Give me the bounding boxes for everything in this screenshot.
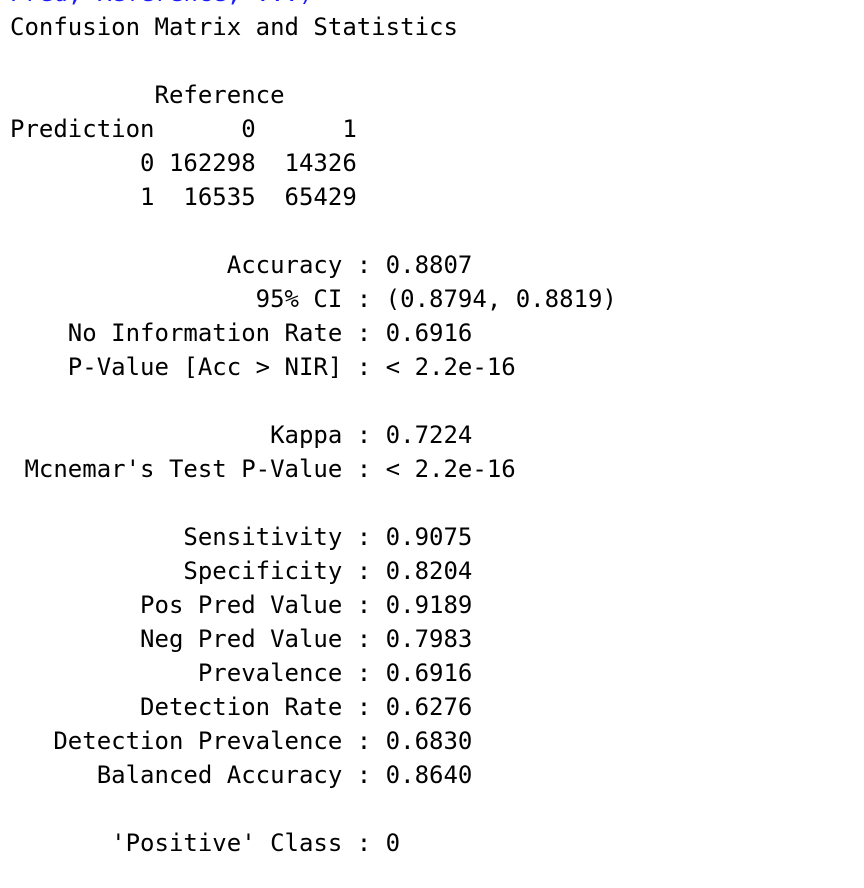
matrix-row-1: 1 16535 65429 bbox=[10, 183, 357, 211]
stat-sensitivity: Sensitivity : 0.9075 bbox=[10, 523, 473, 551]
stat-prevalence: Prevalence : 0.6916 bbox=[10, 659, 473, 687]
console-output: Pred, Reference, ...) Confusion Matrix a… bbox=[10, 0, 617, 860]
matrix-prediction-header: Prediction 0 1 bbox=[10, 115, 357, 143]
stat-neg-pred-value: Neg Pred Value : 0.7983 bbox=[10, 625, 473, 653]
matrix-reference-header: Reference bbox=[10, 81, 285, 109]
stat-detection-rate: Detection Rate : 0.6276 bbox=[10, 693, 473, 721]
matrix-row-0: 0 162298 14326 bbox=[10, 149, 357, 177]
stat-p-value: P-Value [Acc > NIR] : < 2.2e-16 bbox=[10, 353, 516, 381]
output-title: Confusion Matrix and Statistics bbox=[10, 13, 458, 41]
stat-specificity: Specificity : 0.8204 bbox=[10, 557, 473, 585]
stat-kappa: Kappa : 0.7224 bbox=[10, 421, 473, 449]
command-line: Pred, Reference, ...) bbox=[10, 0, 617, 10]
stat-pos-pred-value: Pos Pred Value : 0.9189 bbox=[10, 591, 473, 619]
stat-positive-class: 'Positive' Class : 0 bbox=[10, 829, 401, 857]
stat-confidence-interval: 95% CI : (0.8794, 0.8819) bbox=[10, 285, 617, 313]
stat-balanced-accuracy: Balanced Accuracy : 0.8640 bbox=[10, 761, 473, 789]
stat-no-information-rate: No Information Rate : 0.6916 bbox=[10, 319, 473, 347]
stat-detection-prevalence: Detection Prevalence : 0.6830 bbox=[10, 727, 473, 755]
stat-mcnemar-p-value: Mcnemar's Test P-Value : < 2.2e-16 bbox=[10, 455, 516, 483]
stat-accuracy: Accuracy : 0.8807 bbox=[10, 251, 473, 279]
